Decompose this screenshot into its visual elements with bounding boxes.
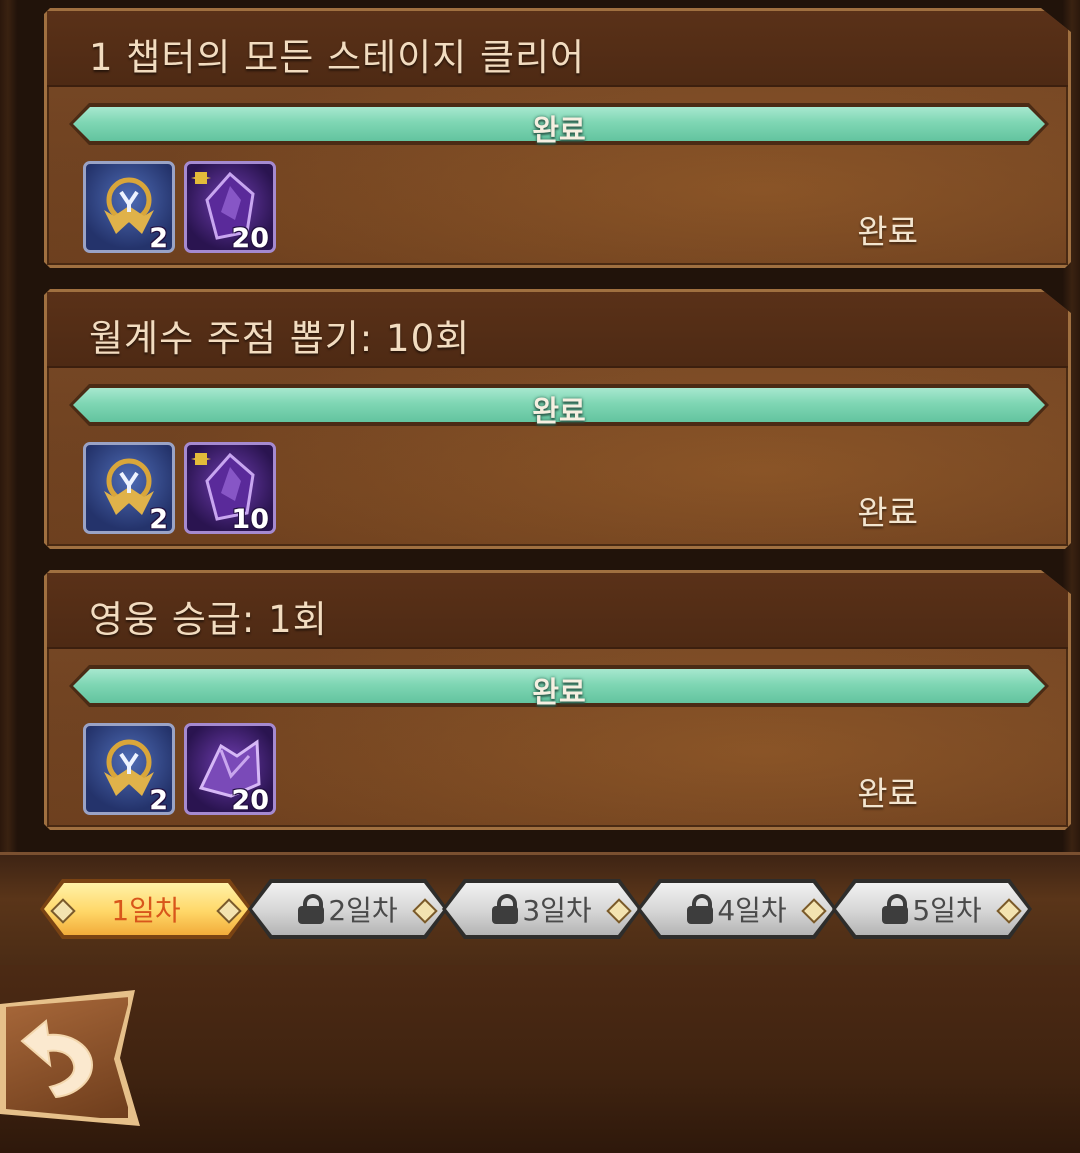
quest-title-bar: 월계수 주점 뽑기: 10회 xyxy=(47,292,1068,368)
reward-count: 20 xyxy=(231,785,269,816)
progress-label: 완료 xyxy=(532,675,586,709)
tab-day-2[interactable]: 2일차 xyxy=(248,879,448,939)
lock-icon xyxy=(298,894,324,924)
reward-item[interactable]: 2 xyxy=(83,723,175,815)
reward-item[interactable]: 2 xyxy=(83,442,175,534)
tab-day-3[interactable]: 3일차 xyxy=(442,879,642,939)
day-tab-bar: 1일차 2일차 3일차 4일차 5일차 xyxy=(0,852,1080,968)
lock-icon xyxy=(492,894,518,924)
reward-count: 10 xyxy=(231,504,269,535)
tab-label: 4일차 xyxy=(717,894,787,927)
lock-icon xyxy=(687,894,713,924)
quest-card: 영웅 승급: 1회 완료 2 20 완료 xyxy=(44,570,1071,830)
quest-title: 1 챕터의 모든 스테이지 클리어 xyxy=(89,36,586,79)
back-button[interactable] xyxy=(0,990,140,1126)
tab-label: 2일차 xyxy=(328,894,398,927)
reward-count: 20 xyxy=(231,223,269,254)
reward-item[interactable]: 20 xyxy=(184,161,276,253)
quest-title-bar: 영웅 승급: 1회 xyxy=(47,573,1068,649)
quest-list: 1 챕터의 모든 스테이지 클리어 완료 2 20 완료 월계수 주점 뽑기: … xyxy=(18,0,1062,850)
reward-count: 2 xyxy=(149,785,168,816)
tab-label: 1일차 xyxy=(111,894,181,927)
back-arrow-icon xyxy=(20,1019,94,1099)
bottom-panel xyxy=(0,965,1080,1153)
tab-day-4[interactable]: 4일차 xyxy=(637,879,837,939)
reward-count: 2 xyxy=(149,223,168,254)
tab-day-1[interactable]: 1일차 xyxy=(40,879,252,939)
tab-label: 3일차 xyxy=(522,894,592,927)
quest-card: 월계수 주점 뽑기: 10회 완료 2 10 완료 xyxy=(44,289,1071,549)
progress-bar: 완료 xyxy=(69,665,1049,707)
progress-bar: 완료 xyxy=(69,384,1049,426)
status-text: 완료 xyxy=(857,774,918,813)
quest-title: 월계수 주점 뽑기: 10회 xyxy=(89,317,471,360)
lock-icon xyxy=(882,894,908,924)
reward-count: 2 xyxy=(149,504,168,535)
tab-label: 5일차 xyxy=(912,894,982,927)
reward-item[interactable]: 10 xyxy=(184,442,276,534)
progress-bar: 완료 xyxy=(69,103,1049,145)
progress-label: 완료 xyxy=(532,394,586,428)
quest-card: 1 챕터의 모든 스테이지 클리어 완료 2 20 완료 xyxy=(44,8,1071,268)
reward-item[interactable]: 2 xyxy=(83,161,175,253)
progress-label: 완료 xyxy=(532,113,586,147)
reward-item[interactable]: 20 xyxy=(184,723,276,815)
quest-title-bar: 1 챕터의 모든 스테이지 클리어 xyxy=(47,11,1068,87)
tab-day-5[interactable]: 5일차 xyxy=(832,879,1032,939)
status-text: 완료 xyxy=(857,212,918,251)
quest-window: 1 챕터의 모든 스테이지 클리어 완료 2 20 완료 월계수 주점 뽑기: … xyxy=(0,0,1080,1153)
quest-title: 영웅 승급: 1회 xyxy=(89,598,328,641)
status-text: 완료 xyxy=(857,493,918,532)
